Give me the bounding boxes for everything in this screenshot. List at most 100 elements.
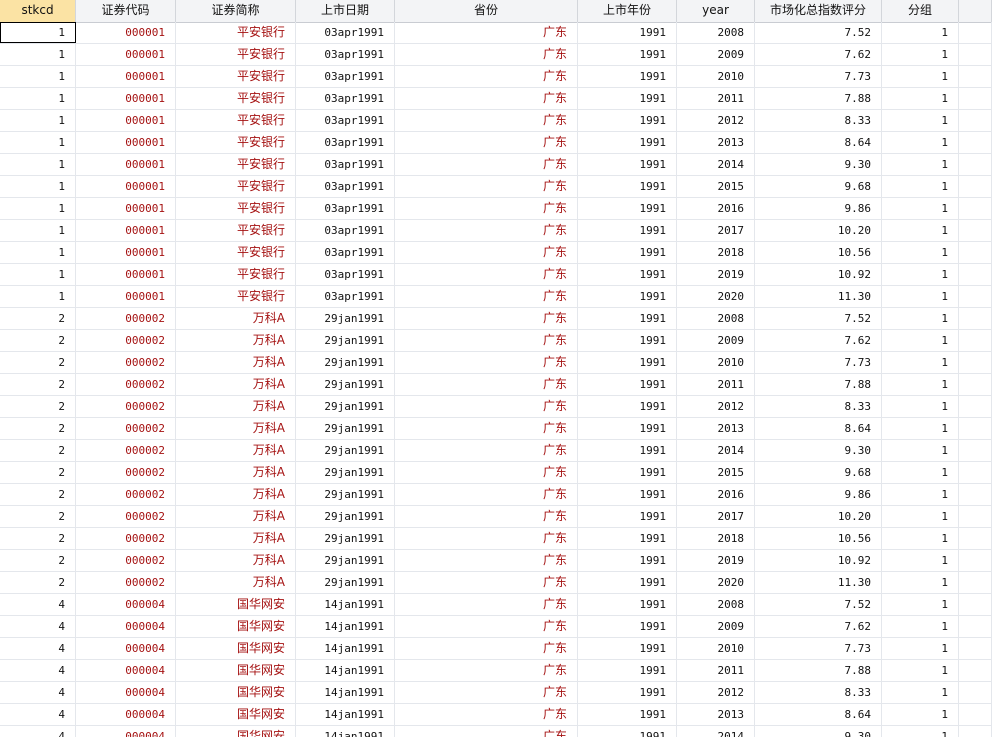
cell-listdate[interactable]: 03apr1991 [296, 44, 395, 65]
cell-listdate[interactable]: 03apr1991 [296, 88, 395, 109]
cell-listdate[interactable]: 29jan1991 [296, 308, 395, 329]
cell-code[interactable]: 000004 [76, 682, 176, 703]
cell-stkcd[interactable]: 1 [0, 220, 76, 241]
cell-code[interactable]: 000001 [76, 220, 176, 241]
cell-name[interactable]: 国华网安 [176, 638, 296, 659]
cell-listdate[interactable]: 14jan1991 [296, 726, 395, 737]
cell-year[interactable]: 2009 [677, 330, 755, 351]
cell-stkcd[interactable]: 1 [0, 198, 76, 219]
cell-stkcd[interactable]: 2 [0, 440, 76, 461]
cell-code[interactable]: 000004 [76, 616, 176, 637]
cell-province[interactable]: 广东 [395, 22, 578, 43]
cell-listyear[interactable]: 1991 [578, 594, 677, 615]
cell-listyear[interactable]: 1991 [578, 682, 677, 703]
cell-province[interactable]: 广东 [395, 242, 578, 263]
cell-score[interactable]: 7.73 [755, 638, 882, 659]
cell-province[interactable]: 广东 [395, 110, 578, 131]
cell-code[interactable]: 000002 [76, 572, 176, 593]
cell-score[interactable]: 9.68 [755, 462, 882, 483]
cell-listyear[interactable]: 1991 [578, 330, 677, 351]
cell-score[interactable]: 10.56 [755, 242, 882, 263]
cell-code[interactable]: 000001 [76, 264, 176, 285]
cell-score[interactable]: 10.56 [755, 528, 882, 549]
column-header-score[interactable]: 市场化总指数评分 [755, 0, 882, 22]
cell-name[interactable]: 万科A [176, 506, 296, 527]
cell-listyear[interactable]: 1991 [578, 132, 677, 153]
cell-score[interactable]: 7.52 [755, 594, 882, 615]
cell-group[interactable]: 1 [882, 22, 959, 43]
cell-code[interactable]: 000004 [76, 638, 176, 659]
cell-year[interactable]: 2014 [677, 154, 755, 175]
cell-province[interactable]: 广东 [395, 462, 578, 483]
cell-province[interactable]: 广东 [395, 572, 578, 593]
cell-stkcd[interactable]: 2 [0, 506, 76, 527]
cell-stkcd[interactable]: 1 [0, 264, 76, 285]
column-header-name[interactable]: 证券简称 [176, 0, 296, 22]
cell-code[interactable]: 000004 [76, 726, 176, 737]
cell-listdate[interactable]: 14jan1991 [296, 704, 395, 725]
cell-year[interactable]: 2017 [677, 506, 755, 527]
cell-listdate[interactable]: 14jan1991 [296, 682, 395, 703]
cell-name[interactable]: 平安银行 [176, 44, 296, 65]
cell-group[interactable]: 1 [882, 726, 959, 737]
cell-group[interactable]: 1 [882, 88, 959, 109]
cell-province[interactable]: 广东 [395, 198, 578, 219]
cell-group[interactable]: 1 [882, 286, 959, 307]
cell-province[interactable]: 广东 [395, 550, 578, 571]
cell-blank[interactable] [959, 550, 992, 571]
cell-listdate[interactable]: 29jan1991 [296, 462, 395, 483]
cell-blank[interactable] [959, 110, 992, 131]
cell-listyear[interactable]: 1991 [578, 418, 677, 439]
cell-listdate[interactable]: 03apr1991 [296, 154, 395, 175]
cell-score[interactable]: 9.86 [755, 484, 882, 505]
cell-code[interactable]: 000001 [76, 176, 176, 197]
cell-code[interactable]: 000001 [76, 22, 176, 43]
cell-blank[interactable] [959, 308, 992, 329]
cell-stkcd[interactable]: 2 [0, 462, 76, 483]
cell-score[interactable]: 8.64 [755, 418, 882, 439]
cell-code[interactable]: 000001 [76, 132, 176, 153]
cell-score[interactable]: 7.88 [755, 88, 882, 109]
cell-blank[interactable] [959, 66, 992, 87]
cell-listdate[interactable]: 03apr1991 [296, 110, 395, 131]
cell-blank[interactable] [959, 660, 992, 681]
cell-year[interactable]: 2011 [677, 88, 755, 109]
cell-group[interactable]: 1 [882, 352, 959, 373]
cell-year[interactable]: 2014 [677, 440, 755, 461]
cell-blank[interactable] [959, 154, 992, 175]
cell-listyear[interactable]: 1991 [578, 528, 677, 549]
cell-listyear[interactable]: 1991 [578, 220, 677, 241]
cell-province[interactable]: 广东 [395, 660, 578, 681]
cell-listdate[interactable]: 14jan1991 [296, 638, 395, 659]
cell-stkcd[interactable]: 1 [0, 176, 76, 197]
cell-group[interactable]: 1 [882, 66, 959, 87]
cell-year[interactable]: 2009 [677, 44, 755, 65]
cell-score[interactable]: 7.88 [755, 374, 882, 395]
cell-name[interactable]: 万科A [176, 418, 296, 439]
cell-blank[interactable] [959, 330, 992, 351]
cell-blank[interactable] [959, 704, 992, 725]
cell-blank[interactable] [959, 462, 992, 483]
cell-listyear[interactable]: 1991 [578, 616, 677, 637]
cell-year[interactable]: 2017 [677, 220, 755, 241]
cell-code[interactable]: 000002 [76, 484, 176, 505]
cell-listyear[interactable]: 1991 [578, 440, 677, 461]
cell-listdate[interactable]: 03apr1991 [296, 22, 395, 43]
cell-year[interactable]: 2009 [677, 616, 755, 637]
cell-group[interactable]: 1 [882, 484, 959, 505]
cell-listdate[interactable]: 29jan1991 [296, 550, 395, 571]
cell-province[interactable]: 广东 [395, 352, 578, 373]
cell-year[interactable]: 2011 [677, 660, 755, 681]
cell-code[interactable]: 000001 [76, 110, 176, 131]
cell-listdate[interactable]: 03apr1991 [296, 264, 395, 285]
cell-listyear[interactable]: 1991 [578, 176, 677, 197]
cell-listyear[interactable]: 1991 [578, 66, 677, 87]
column-header-blank[interactable] [959, 0, 992, 22]
cell-group[interactable]: 1 [882, 264, 959, 285]
cell-blank[interactable] [959, 418, 992, 439]
cell-year[interactable]: 2013 [677, 132, 755, 153]
cell-listdate[interactable]: 03apr1991 [296, 220, 395, 241]
cell-code[interactable]: 000001 [76, 66, 176, 87]
cell-blank[interactable] [959, 726, 992, 737]
cell-name[interactable]: 平安银行 [176, 88, 296, 109]
